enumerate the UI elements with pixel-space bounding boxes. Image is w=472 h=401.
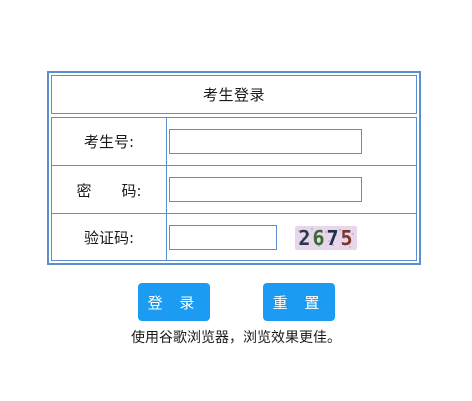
form-row-candidate-number: 考生号: (52, 118, 416, 165)
captcha-cell: 2 6 7 5 (167, 214, 416, 261)
form-row-password: 密 码: (52, 165, 416, 214)
captcha-digit: 7 (326, 226, 340, 250)
candidate-number-label: 考生号: (52, 118, 167, 165)
login-button[interactable]: 登 录 (138, 283, 210, 321)
form-row-captcha: 验证码: 2 6 7 5 (52, 213, 416, 261)
login-page: 考生登录 考生号: 密 码: 验证码: 2 6 7 5 登 录 重 置 使用谷歌… (0, 0, 472, 401)
panel-title: 考生登录 (51, 75, 417, 114)
login-form: 考生号: 密 码: 验证码: 2 6 7 5 (51, 117, 417, 261)
login-panel: 考生登录 考生号: 密 码: 验证码: 2 6 7 5 (47, 71, 421, 265)
captcha-text: 2 6 7 5 (295, 226, 357, 250)
captcha-digit: 2 (298, 226, 312, 250)
captcha-input[interactable] (169, 225, 277, 250)
captcha-image[interactable]: 2 6 7 5 (295, 226, 357, 250)
captcha-label: 验证码: (52, 214, 167, 261)
browser-hint-text: 使用谷歌浏览器，浏览效果更佳。 (131, 330, 341, 346)
password-input[interactable] (169, 177, 362, 202)
reset-button[interactable]: 重 置 (263, 283, 335, 321)
password-label: 密 码: (52, 166, 167, 214)
captcha-digit: 5 (340, 226, 354, 250)
candidate-number-cell (167, 118, 416, 165)
candidate-number-input[interactable] (169, 129, 362, 154)
captcha-digit: 6 (312, 226, 326, 250)
password-cell (167, 166, 416, 214)
